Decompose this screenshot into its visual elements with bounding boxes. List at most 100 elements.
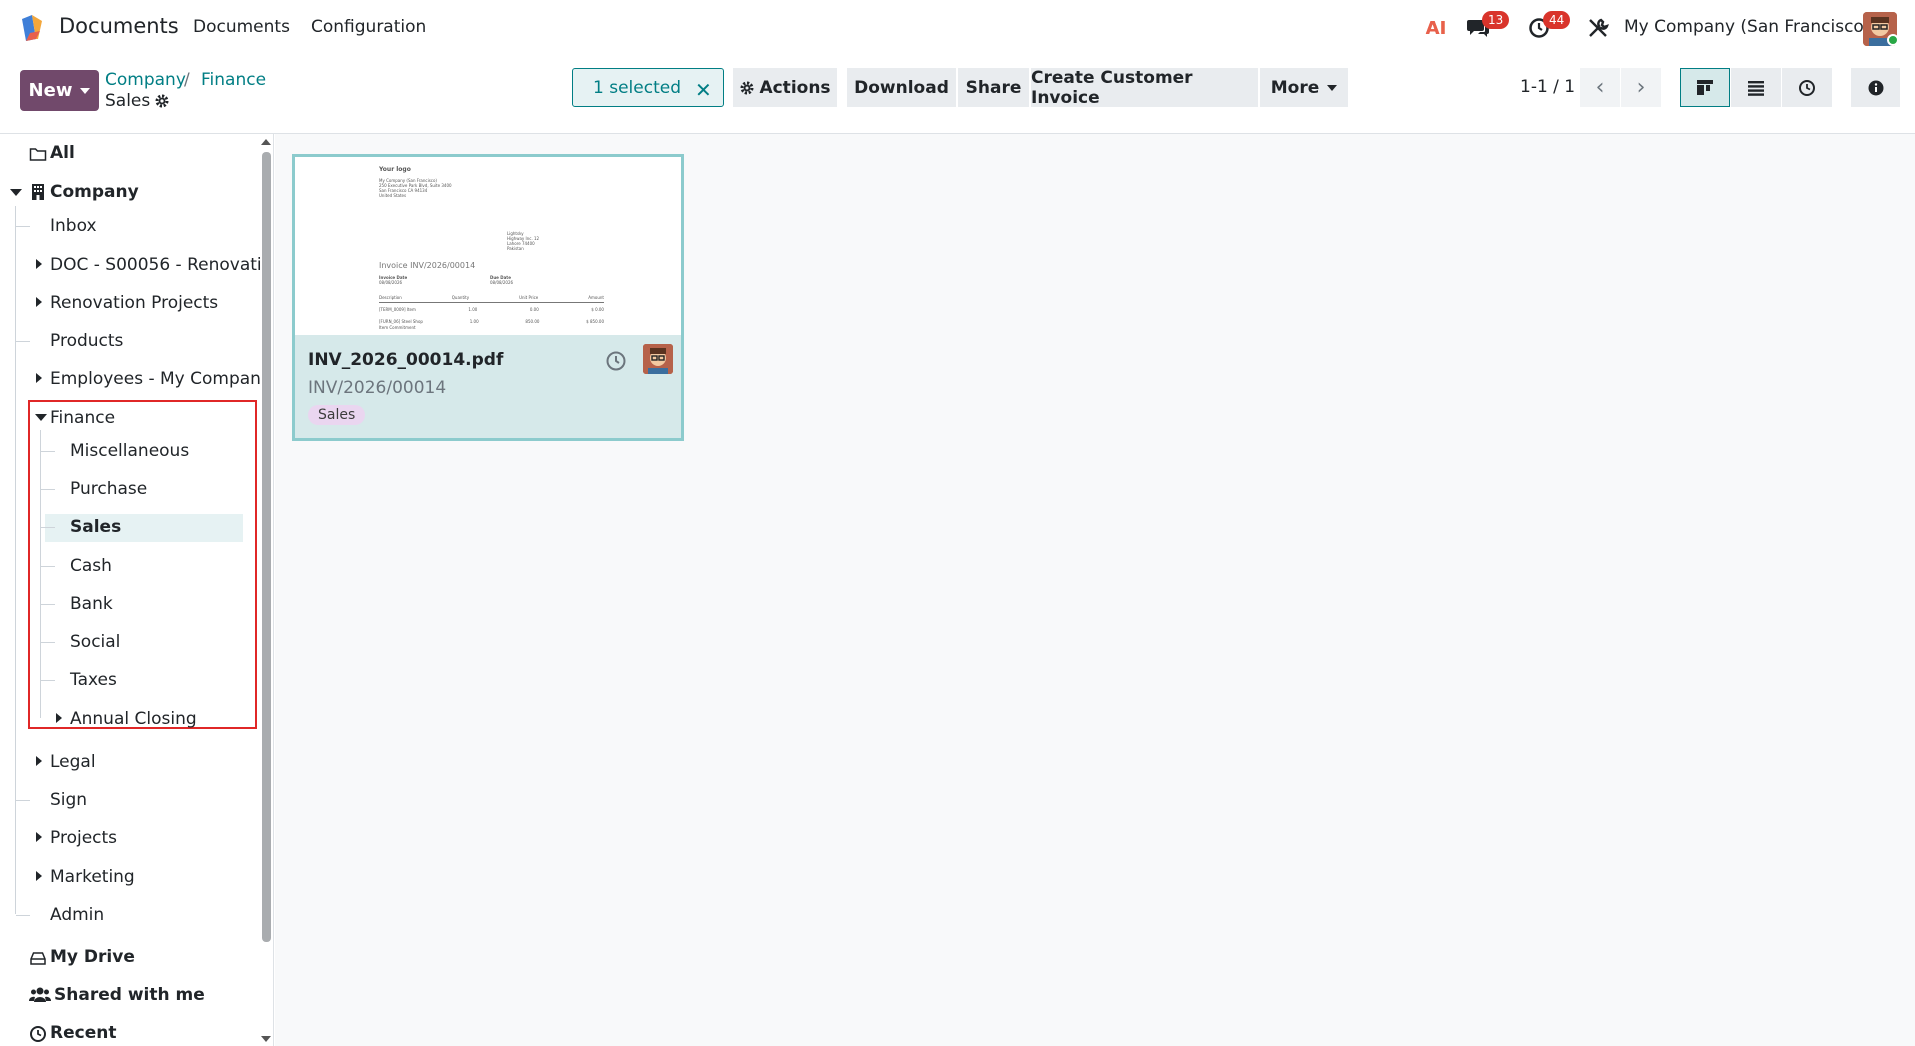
sidebar-item-legal[interactable]: Legal (50, 752, 96, 772)
breadcrumb-finance[interactable]: Finance (201, 70, 266, 90)
chevron-down-icon (1327, 84, 1338, 91)
preview-table-header: Description Quantity Unit Price Amount (379, 295, 604, 303)
download-button[interactable]: Download (847, 68, 956, 107)
sidebar-item-doc-s00056[interactable]: DOC - S00056 - Renovati (50, 255, 262, 275)
sidebar-item-cash[interactable]: Cash (70, 556, 112, 576)
sidebar-item-employees[interactable]: Employees - My Compan (50, 369, 261, 389)
scroll-up-arrow[interactable] (261, 139, 271, 145)
top-navbar: Documents Documents Configuration AI 13 … (0, 0, 1915, 56)
actions-button[interactable]: Actions (733, 68, 837, 107)
sidebar-item-social[interactable]: Social (70, 632, 120, 652)
caret-right-icon[interactable] (56, 713, 62, 723)
tree-guide-line (40, 430, 41, 718)
sidebar-item-marketing[interactable]: Marketing (50, 867, 135, 887)
caret-right-icon[interactable] (36, 832, 42, 842)
owner-avatar[interactable] (643, 344, 673, 374)
caret-down-icon[interactable] (35, 414, 47, 421)
preview-customer-address: Lightsky Highway Inc. 12 Lahore 74400 Pa… (507, 231, 540, 251)
tree-guide-line (15, 206, 16, 914)
invoice-thumbnail: Your logo My Company (San Francisco) 250… (365, 161, 615, 331)
caret-right-icon[interactable] (36, 259, 42, 269)
chevron-right-icon: › (1636, 75, 1646, 100)
caret-down-icon[interactable] (10, 189, 22, 196)
sidebar-item-miscellaneous[interactable]: Miscellaneous (70, 441, 189, 461)
folder-icon (29, 148, 47, 161)
document-tag: Sales (308, 405, 366, 425)
info-icon (1868, 80, 1883, 95)
sidebar-scrollbar[interactable] (262, 152, 271, 942)
sidebar-item-recent[interactable]: Recent (50, 1023, 116, 1043)
info-button[interactable] (1851, 68, 1900, 107)
pager-next-button[interactable]: › (1621, 68, 1661, 107)
sidebar-item-sales[interactable]: Sales (70, 517, 121, 537)
breadcrumb-separator: / (184, 70, 190, 90)
selection-indicator: 1 selected ✕ (572, 68, 724, 107)
tree-branch (16, 341, 30, 342)
sidebar-item-inbox[interactable]: Inbox (50, 216, 97, 236)
sidebar-item-finance[interactable]: Finance (50, 408, 115, 428)
documents-app-icon[interactable] (18, 13, 48, 43)
caret-right-icon[interactable] (36, 756, 42, 766)
app-title[interactable]: Documents (59, 14, 179, 38)
share-button[interactable]: Share (958, 68, 1029, 107)
preview-logo: Your logo (379, 166, 411, 173)
nav-documents[interactable]: Documents (193, 17, 290, 37)
caret-right-icon[interactable] (36, 871, 42, 881)
sidebar-item-projects[interactable]: Projects (50, 828, 117, 848)
document-preview[interactable]: Your logo My Company (San Francisco) 250… (295, 157, 681, 335)
sidebar-item-products[interactable]: Products (50, 331, 123, 351)
list-view-button[interactable] (1731, 68, 1781, 107)
close-icon[interactable]: ✕ (695, 78, 712, 102)
tree-branch (16, 800, 30, 801)
activity-view-button[interactable] (1782, 68, 1832, 107)
sidebar-item-my-drive[interactable]: My Drive (50, 947, 135, 967)
sidebar-item-sign[interactable]: Sign (50, 790, 87, 810)
gear-icon[interactable] (154, 93, 170, 109)
tree-branch (41, 680, 55, 681)
activity-clock-icon[interactable] (605, 350, 627, 372)
online-status-dot (1887, 34, 1899, 46)
more-button[interactable]: More (1260, 68, 1348, 107)
preview-company-address: My Company (San Francisco) 250 Executive… (379, 178, 452, 198)
tree-branch (41, 489, 55, 490)
sidebar-item-purchase[interactable]: Purchase (70, 479, 147, 499)
building-icon (32, 184, 44, 200)
company-switcher[interactable]: My Company (San Francisco) (1624, 17, 1870, 37)
tree-branch (16, 915, 30, 916)
users-icon (29, 987, 51, 1002)
pager-value[interactable]: 1-1 / 1 (1520, 77, 1575, 97)
sidebar-item-shared-with-me[interactable]: Shared with me (54, 985, 205, 1005)
ai-icon[interactable]: AI (1422, 14, 1450, 42)
tree-branch (41, 566, 55, 567)
chevron-down-icon (80, 87, 91, 94)
breadcrumb-current: Sales (105, 91, 151, 111)
drive-icon (30, 952, 46, 965)
tools-icon[interactable] (1584, 14, 1612, 42)
sidebar-item-renovation-projects[interactable]: Renovation Projects (50, 293, 218, 313)
activities-badge: 44 (1543, 11, 1571, 29)
caret-right-icon[interactable] (36, 373, 42, 383)
new-button[interactable]: New (20, 70, 99, 111)
document-card[interactable]: Your logo My Company (San Francisco) 250… (292, 154, 684, 441)
pager-previous-button[interactable]: ‹ (1580, 68, 1620, 107)
sidebar-item-bank[interactable]: Bank (70, 594, 113, 614)
caret-right-icon[interactable] (36, 297, 42, 307)
preview-table-row: [TERM_0009] Item 1.00 0.00 $ 0.00 (379, 307, 604, 312)
sidebar-item-taxes[interactable]: Taxes (70, 670, 117, 690)
sidebar-item-company[interactable]: Company (50, 182, 139, 202)
sidebar-item-admin[interactable]: Admin (50, 905, 104, 925)
preview-invoice-title: Invoice INV/2026/00014 (379, 261, 476, 270)
clock-icon (30, 1026, 46, 1042)
preview-invoice-date: 08/08/2026 (379, 280, 403, 285)
sidebar-item-annual-closing[interactable]: Annual Closing (70, 709, 197, 729)
nav-configuration[interactable]: Configuration (311, 17, 426, 37)
create-customer-invoice-button[interactable]: Create Customer Invoice (1031, 68, 1258, 108)
sidebar-item-all[interactable]: All (50, 143, 75, 163)
breadcrumb-company[interactable]: Company (105, 70, 186, 90)
document-name[interactable]: INV_2026_00014.pdf (308, 350, 503, 370)
messages-badge: 13 (1482, 11, 1510, 29)
chevron-left-icon: ‹ (1595, 75, 1605, 100)
scroll-down-arrow[interactable] (261, 1036, 271, 1042)
kanban-view-button[interactable] (1680, 68, 1730, 107)
tree-branch (41, 642, 55, 643)
